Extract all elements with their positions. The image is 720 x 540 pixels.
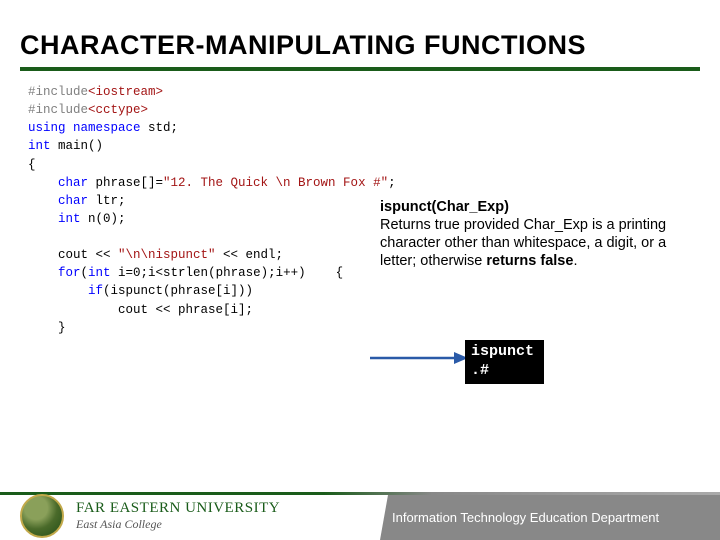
department-label: Information Technology Education Departm… [380, 495, 720, 540]
code-text: << endl; [216, 248, 284, 262]
code-text: main() [51, 139, 104, 153]
code-line: } [28, 319, 720, 337]
code-text: (ispunct(phrase[i])) [103, 284, 253, 298]
code-line: char phrase[]="12. The Quick \n Brown Fo… [28, 174, 720, 192]
type-keyword: int [88, 266, 111, 280]
code-text: n(0); [81, 212, 126, 226]
code-text: i=0;i<strlen(phrase);i++) { [111, 266, 344, 280]
type-keyword: int [28, 139, 51, 153]
university-block: FAR EASTERN UNIVERSITY East Asia College [76, 500, 280, 532]
string-literal: "\n\nispunct" [118, 248, 216, 262]
code-text: std; [141, 121, 179, 135]
footer: FAR EASTERN UNIVERSITY East Asia College… [0, 480, 720, 540]
university-name: FAR EASTERN UNIVERSITY [76, 500, 280, 517]
preproc-dir: #include [28, 85, 88, 99]
keyword: using [28, 121, 66, 135]
function-description: ispunct(Char_Exp) Returns true provided … [380, 198, 700, 271]
string-literal: "12. The Quick \n Brown Fox #" [163, 176, 388, 190]
code-line: if(ispunct(phrase[i])) [28, 282, 720, 300]
code-text: cout << phrase[i]; [28, 303, 253, 317]
console-output: ispunct .# [465, 340, 544, 384]
college-name: East Asia College [76, 517, 280, 532]
code-line: { [28, 156, 720, 174]
code-text: { [28, 158, 36, 172]
page-title: CHARACTER-MANIPULATING FUNCTIONS [0, 0, 720, 67]
keyword: if [28, 284, 103, 298]
preproc-dir: #include [28, 103, 88, 117]
code-line: int main() [28, 137, 720, 155]
function-signature: ispunct(Char_Exp) [380, 199, 509, 215]
code-text: } [28, 321, 66, 335]
type-keyword: char [28, 194, 88, 208]
period: . [573, 253, 577, 269]
code-line: #include<iostream> [28, 83, 720, 101]
returns-false: returns false [486, 253, 573, 269]
arrow-icon [370, 350, 468, 366]
code-line: using namespace std; [28, 119, 720, 137]
keyword: for [28, 266, 81, 280]
output-line: ispunct [471, 343, 534, 360]
footer-left: FAR EASTERN UNIVERSITY East Asia College [0, 492, 380, 540]
code-text: phrase[]= [88, 176, 163, 190]
keyword: namespace [73, 121, 141, 135]
output-line: .# [471, 362, 489, 379]
type-keyword: char [28, 176, 88, 190]
code-text: cout << [28, 248, 118, 262]
code-text: ; [388, 176, 396, 190]
include-header: <cctype> [88, 103, 148, 117]
university-seal-icon [20, 494, 64, 538]
include-header: <iostream> [88, 85, 163, 99]
code-text: ltr; [88, 194, 126, 208]
code-text: ( [81, 266, 89, 280]
code-line: #include<cctype> [28, 101, 720, 119]
type-keyword: int [28, 212, 81, 226]
code-line: cout << phrase[i]; [28, 301, 720, 319]
